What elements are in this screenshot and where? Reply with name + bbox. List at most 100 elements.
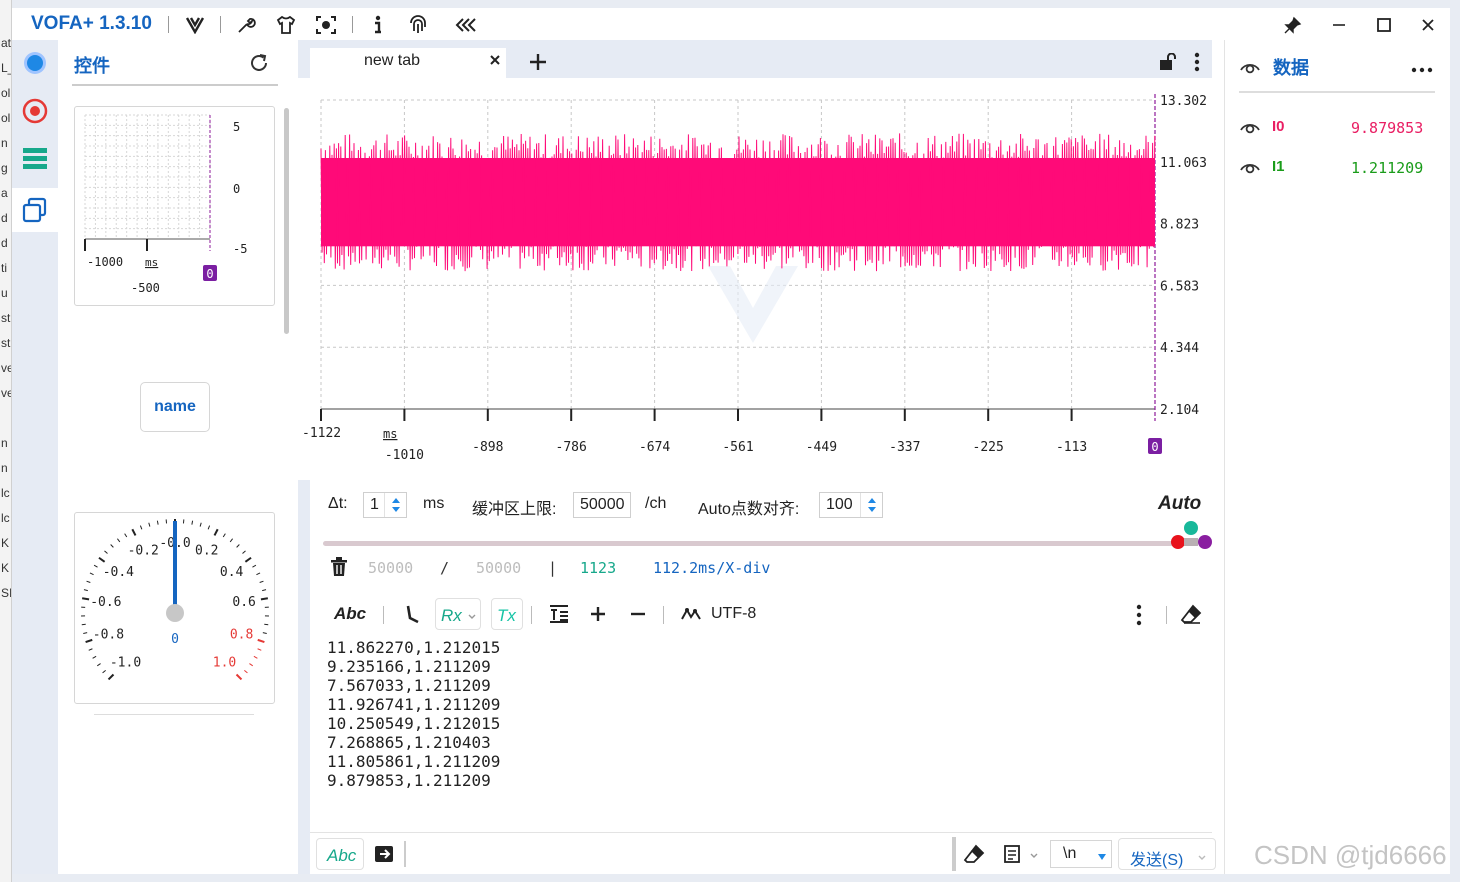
background-text: st — [1, 311, 11, 325]
clear-buffer-icon[interactable] — [330, 557, 348, 581]
send-button[interactable]: 发送(S) — [1118, 838, 1216, 870]
background-text: L_ — [1, 61, 11, 75]
fingerprint-icon[interactable] — [406, 13, 430, 37]
widgets-icon[interactable] — [12, 188, 58, 232]
info-icon[interactable] — [366, 13, 390, 37]
visibility-icon[interactable] — [1239, 118, 1261, 139]
line-ending-select[interactable]: \n — [1050, 840, 1112, 868]
data-list-icon[interactable] — [18, 141, 52, 175]
unlock-icon[interactable] — [1158, 52, 1178, 76]
dropdown-arrow-icon — [1097, 849, 1107, 867]
x-unit-label: ms — [145, 256, 158, 269]
data-panel-menu-icon[interactable] — [1411, 60, 1433, 78]
collapse-left-icon[interactable] — [454, 13, 478, 37]
receive-text-area[interactable]: 11.862270,1.212015 9.235166,1.211209 7.5… — [310, 634, 1212, 830]
zoom-out-icon[interactable] — [629, 605, 647, 628]
encoding-label[interactable]: UTF-8 — [711, 605, 756, 623]
toolbar-separator — [531, 606, 532, 624]
gauge-label: -0.6 — [90, 595, 121, 610]
waveform-chart[interactable]: 13.302 11.063 8.823 6.583 4.344 2.104 -1122 -10… — [298, 78, 1212, 480]
tab-menu-icon[interactable] — [1194, 52, 1200, 77]
background-text: ti — [1, 261, 7, 275]
cursor-badge-label: 0 — [1151, 440, 1158, 454]
x-tick-label: -1000 — [87, 255, 123, 269]
add-tab-icon[interactable] — [528, 52, 548, 77]
x-tick-label: -225 — [973, 440, 1004, 455]
y-tick-label: 6.583 — [1160, 279, 1199, 294]
background-text: lc — [1, 486, 10, 500]
gauge-tick — [96, 663, 101, 667]
wrench-icon[interactable] — [234, 13, 258, 37]
visibility-icon[interactable] — [1239, 158, 1261, 179]
gauge-tick — [93, 564, 98, 568]
channel-row[interactable]: I0 9.879853 — [1225, 110, 1451, 140]
auto-align-spinbox[interactable]: 100 — [819, 492, 883, 518]
record-icon[interactable] — [18, 94, 52, 128]
gauge-label: -0.2 — [128, 544, 159, 559]
background-text: a — [1, 186, 8, 200]
gauge-widget[interactable]: -0.2-0.00.2-0.40.4-0.60.6-0.80.8-1.01.00 — [74, 512, 275, 704]
tx-toggle[interactable]: Tx — [491, 598, 523, 630]
more-options-icon[interactable] — [1136, 604, 1142, 631]
text-format-icon[interactable] — [548, 604, 570, 629]
eraser-icon[interactable] — [1180, 604, 1202, 629]
waveform-icon[interactable] — [680, 605, 702, 628]
clear-send-icon[interactable] — [963, 844, 985, 869]
connection-status-icon[interactable] — [18, 46, 52, 80]
gauge-tick — [85, 638, 93, 643]
visibility-icon[interactable] — [1239, 58, 1261, 79]
counts-slash: / — [440, 559, 450, 577]
background-text: SI — [1, 586, 12, 600]
dt-spinbox[interactable]: 1 — [363, 492, 407, 518]
buffer-unit: /ch — [645, 495, 667, 512]
chevron-down-icon[interactable] — [1197, 850, 1207, 868]
send-text-mode-button[interactable]: Abc — [316, 838, 364, 870]
buffer-capacity: 50000 — [476, 559, 522, 577]
send-file-icon[interactable] — [374, 844, 396, 869]
receive-log: 11.862270,1.212015 9.235166,1.211209 7.5… — [327, 638, 500, 790]
title-separator — [220, 16, 221, 33]
rx-toggle[interactable]: Rx — [435, 598, 481, 630]
y-tick-label: 2.104 — [1160, 403, 1199, 418]
spin-arrows-icon[interactable] — [384, 493, 406, 517]
time-range-slider[interactable] — [323, 541, 1191, 546]
mini-waveform-widget[interactable]: 5 0 -5 -1000 ms -500 0 — [74, 106, 275, 306]
pin-icon[interactable] — [1281, 13, 1305, 37]
panel-scrollbar[interactable] — [284, 108, 289, 334]
zoom-in-icon[interactable] — [589, 605, 607, 628]
channel-row[interactable]: I1 1.211209 — [1225, 150, 1451, 180]
text-mode-button[interactable]: Abc — [334, 604, 366, 624]
background-text: K — [1, 561, 10, 575]
app-title: VOFA+ 1.3.10 — [31, 13, 152, 34]
y-tick-label: 11.063 — [1160, 156, 1207, 171]
capture-icon[interactable] — [314, 13, 338, 37]
title-bar: VOFA+ 1.3.10 — [12, 8, 1450, 40]
line-ending-value: \n — [1063, 845, 1077, 862]
gauge-tick — [244, 669, 248, 674]
auto-button[interactable]: Auto — [1158, 493, 1201, 515]
refresh-icon[interactable] — [248, 52, 272, 76]
vofa-logo-icon[interactable] — [183, 13, 207, 37]
rx-line: 9.235166,1.211209 — [327, 657, 491, 676]
close-icon[interactable] — [1416, 13, 1440, 37]
maximize-icon[interactable] — [1372, 13, 1396, 37]
gauge-tick — [252, 564, 257, 568]
x-tick-label: -898 — [472, 440, 503, 455]
background-text: oli — [1, 86, 12, 100]
spin-arrows-icon[interactable] — [860, 493, 882, 517]
gauge-tick — [107, 673, 115, 681]
tab-close-icon[interactable] — [488, 53, 502, 72]
command-history-icon[interactable] — [1003, 844, 1023, 869]
name-button[interactable]: name — [140, 382, 210, 432]
tab-new-tab[interactable]: new tab — [310, 48, 506, 78]
chevron-down-icon[interactable] — [1029, 848, 1039, 866]
timestamp-icon[interactable] — [405, 604, 421, 629]
gauge-tick — [148, 522, 151, 527]
shirt-icon[interactable] — [274, 13, 298, 37]
gauge-tick — [110, 544, 114, 548]
buffer-limit-input[interactable]: 50000 — [573, 492, 631, 518]
minimize-icon[interactable] — [1327, 13, 1351, 37]
buffered-count: 50000 — [368, 559, 414, 577]
slider-handle-icon[interactable] — [1171, 520, 1213, 554]
vofa-window: VOFA+ 1.3.10 控件 5 0 -5 -1000 ms -500 0 n… — [12, 8, 1450, 874]
